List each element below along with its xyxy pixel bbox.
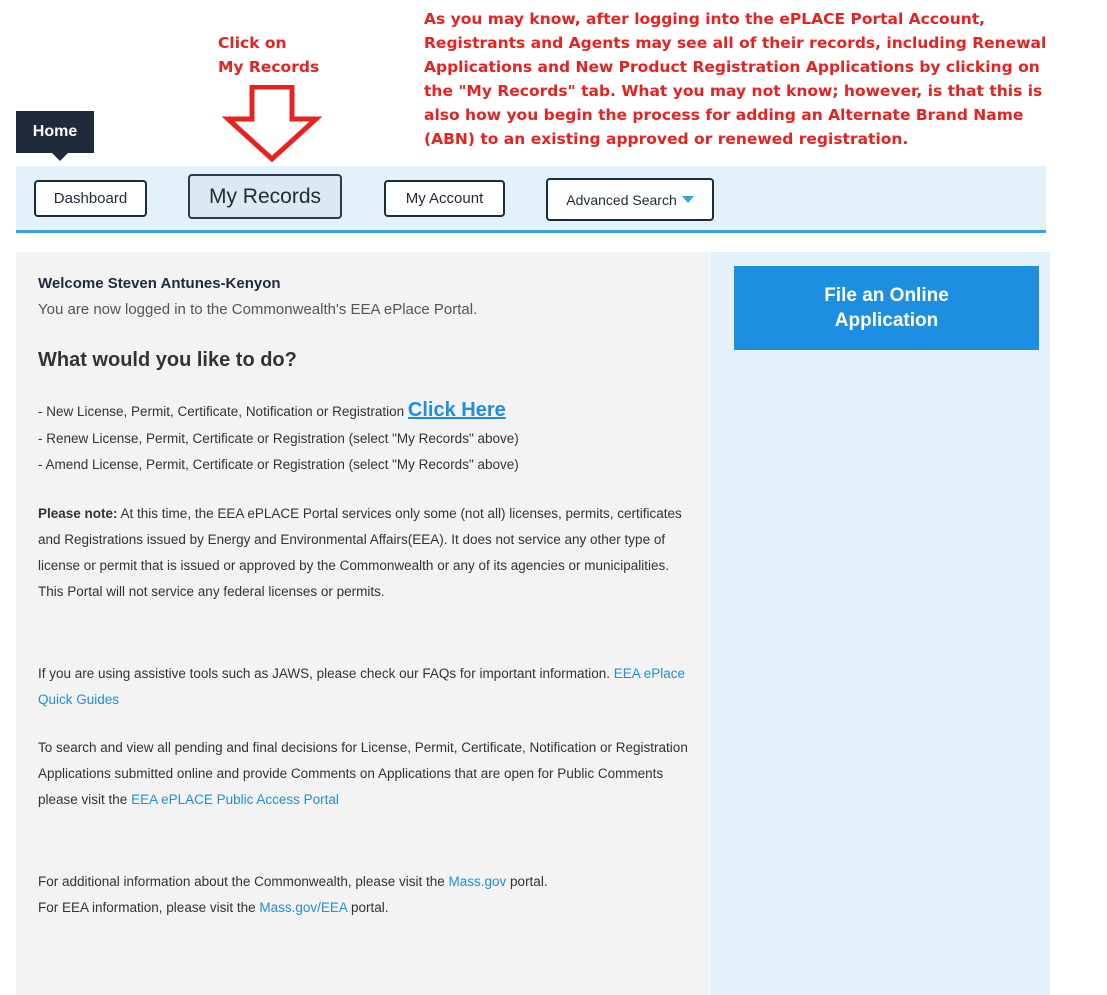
annotation-note-line: Applications and New Product Registratio… — [424, 58, 1040, 76]
info-text-1b: portal. — [510, 874, 548, 889]
info-paragraph: For additional information about the Com… — [38, 869, 698, 921]
file-online-application-button[interactable]: File an Online Application — [734, 266, 1039, 350]
assistive-text: If you are using assistive tools such as… — [38, 666, 610, 681]
option-amend: - Amend License, Permit, Certificate or … — [38, 457, 519, 472]
note-text: At this time, the EEA ePLACE Portal serv… — [38, 506, 682, 599]
sidebar: File an Online Application — [710, 252, 1050, 995]
nav-bar: Dashboard My Records My Account Advanced… — [16, 166, 1046, 233]
option-renew: - Renew License, Permit, Certificate or … — [38, 431, 519, 446]
caret-down-icon — [681, 196, 694, 203]
home-tab[interactable]: Home — [16, 111, 94, 161]
annotation-note-line: also how you begin the process for addin… — [424, 106, 1024, 124]
option-new: - New License, Permit, Certificate, Noti… — [38, 399, 506, 422]
annotation-click-line1: Click on — [218, 34, 287, 52]
note-paragraph: Please note: At this time, the EEA ePLAC… — [38, 501, 698, 605]
search-paragraph: To search and view all pending and final… — [38, 735, 698, 813]
option-new-text: - New License, Permit, Certificate, Noti… — [38, 404, 405, 419]
annotation-click-label: Click on My Records — [218, 31, 319, 79]
main-content: Welcome Steven Antunes-Kenyon You are no… — [16, 252, 709, 995]
info-text-1: For additional information about the Com… — [38, 874, 445, 889]
my-account-button[interactable]: My Account — [384, 180, 505, 217]
annotation-note-line: As you may know, after logging into the … — [424, 10, 986, 28]
advanced-search-label: Advanced Search — [566, 191, 677, 208]
info-line-1: For additional information about the Com… — [38, 869, 698, 895]
advanced-search-button[interactable]: Advanced Search — [546, 178, 714, 221]
my-records-button[interactable]: My Records — [188, 174, 342, 219]
public-access-portal-link[interactable]: EEA ePLACE Public Access Portal — [131, 792, 339, 807]
note-label: Please note: — [38, 506, 118, 521]
assistive-paragraph: If you are using assistive tools such as… — [38, 661, 698, 713]
click-here-link[interactable]: Click Here — [408, 399, 506, 421]
welcome-heading: Welcome Steven Antunes-Kenyon — [38, 275, 281, 292]
annotation-note-line: the "My Records" tab. What you may not k… — [424, 82, 1043, 100]
annotation-note-line: Registrants and Agents may see all of th… — [424, 34, 1047, 52]
file-online-application-label: File an Online Application — [824, 285, 949, 331]
annotation-note-line: (ABN) to an existing approved or renewed… — [424, 130, 909, 148]
dashboard-button[interactable]: Dashboard — [34, 180, 147, 217]
info-line-2: For EEA information, please visit the Ma… — [38, 895, 698, 921]
down-arrow-icon — [222, 85, 322, 163]
mass-gov-eea-link[interactable]: Mass.gov/EEA — [259, 900, 347, 915]
annotation-note: As you may know, after logging into the … — [424, 7, 1104, 151]
info-text-2b: portal. — [350, 900, 389, 915]
info-text-2: For EEA information, please visit the — [38, 900, 256, 915]
mass-gov-link[interactable]: Mass.gov — [449, 874, 507, 889]
question-heading: What would you like to do? — [38, 349, 297, 371]
logged-in-text: You are now logged in to the Commonwealt… — [38, 301, 478, 318]
annotation-click-line2: My Records — [218, 58, 320, 76]
